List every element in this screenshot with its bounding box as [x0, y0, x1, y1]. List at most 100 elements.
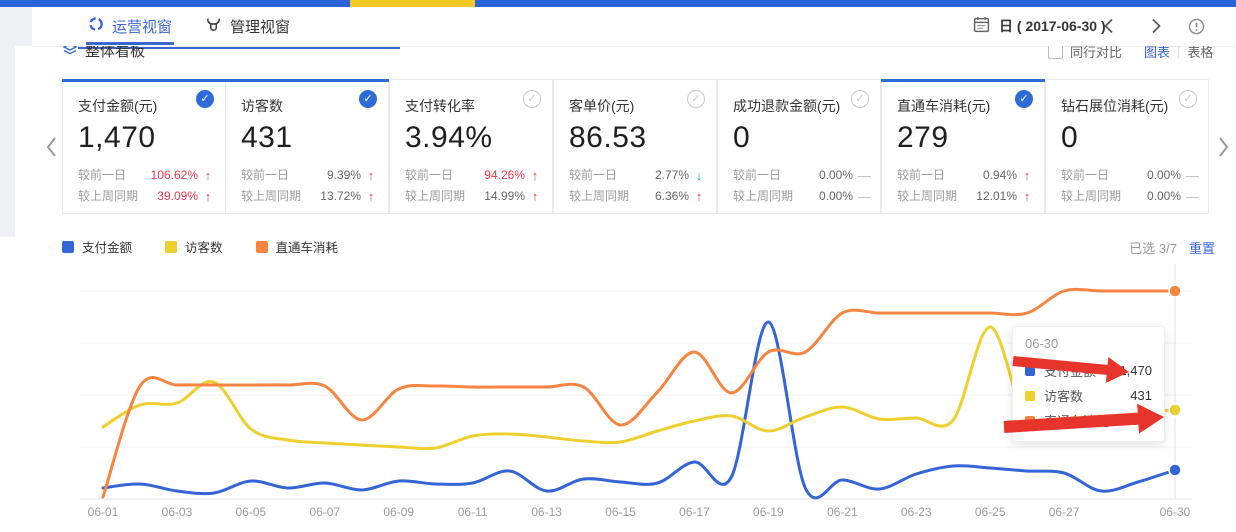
- section-title: 整体看板: [85, 46, 145, 61]
- card-title: 客单价(元): [569, 96, 704, 116]
- x-axis-label: 06-15: [605, 505, 636, 519]
- view-divider: |: [1177, 46, 1180, 59]
- tooltip-value: 279.99: [1112, 413, 1152, 428]
- cards-scroll-right-button[interactable]: [1217, 135, 1231, 164]
- chevron-right-icon: [1217, 135, 1231, 159]
- metric-card-2[interactable]: ✓ 访客数 431 较前一日 9.39% ↑ 较上周同期 13.72% ↑: [225, 79, 389, 214]
- metric-cards-row: ✓ 支付金额(元) 1,470 较前一日 106.62% ↑ 较上周同期 39.…: [62, 79, 1210, 214]
- tooltip-label: 支付金额: [1044, 361, 1096, 380]
- card-value: 279: [897, 121, 1032, 155]
- trend-down-icon: ↓: [694, 165, 704, 186]
- date-prev-button[interactable]: [1102, 7, 1115, 45]
- metric-card-3[interactable]: ✓ 支付转化率 3.94% 较前一日 94.26% ↑ 较上周同期 14.99%…: [389, 79, 553, 214]
- trend-flat-icon: —: [858, 186, 868, 207]
- compare-row: 较前一日 0.00% —: [733, 165, 868, 186]
- compare-row: 较上周同期 12.01% ↑: [897, 186, 1032, 207]
- info-icon: [1188, 18, 1205, 35]
- cards-scroll-left-button[interactable]: [44, 135, 58, 164]
- card-check-icon[interactable]: ✓: [1179, 90, 1197, 108]
- compare-row: 较上周同期 6.36% ↑: [569, 186, 704, 207]
- date-next-button[interactable]: [1150, 7, 1163, 45]
- x-axis-label: 06-03: [162, 505, 193, 519]
- compare-value: 94.26%: [484, 165, 525, 186]
- legend-swatch: [165, 241, 177, 253]
- bull-icon: [205, 16, 222, 37]
- tooltip-swatch: [1025, 366, 1035, 376]
- peer-compare-group: 同行对比: [1048, 46, 1122, 61]
- metric-card-5[interactable]: ✓ 成功退款金额(元) 0 较前一日 0.00% — 较上周同期 0.00% —: [717, 79, 881, 214]
- tab-management-label: 管理视窗: [230, 16, 290, 37]
- compare-label: 较上周同期: [1061, 186, 1147, 207]
- compare-label: 较前一日: [241, 165, 327, 186]
- x-axis-label: 06-11: [458, 505, 488, 519]
- legend-label: 支付金额: [82, 237, 132, 256]
- tab-operations-view[interactable]: 运营视窗: [88, 7, 172, 45]
- x-axis-label: 06-13: [531, 505, 562, 519]
- chevron-left-icon: [1102, 17, 1115, 35]
- peer-compare-checkbox[interactable]: [1048, 46, 1063, 59]
- legend-item-1[interactable]: 支付金额: [62, 237, 132, 256]
- view-chart-link[interactable]: 图表: [1144, 46, 1170, 61]
- compare-row: 较前一日 2.77% ↓: [569, 165, 704, 186]
- x-axis-label: 06-23: [901, 505, 932, 519]
- trend-flat-icon: —: [1186, 165, 1196, 186]
- layers-icon: [62, 46, 78, 61]
- reset-link[interactable]: 重置: [1189, 238, 1215, 257]
- compare-value: 106.62%: [151, 165, 198, 186]
- series-endpoint-dot-访客数: [1169, 404, 1181, 416]
- card-title: 支付转化率: [405, 96, 540, 116]
- metric-card-6[interactable]: ✓ 直通车消耗(元) 279 较前一日 0.94% ↑ 较上周同期 12.01%…: [881, 79, 1045, 214]
- card-value: 0: [733, 121, 868, 155]
- compare-row: 较上周同期 13.72% ↑: [241, 186, 376, 207]
- dashboard-page: 运营视窗 管理视窗 日 ( 2017-06-30 ): [0, 0, 1236, 532]
- x-axis-label: 06-30: [1160, 505, 1191, 519]
- tooltip-date: 06-30: [1025, 336, 1152, 351]
- trend-flat-icon: —: [1186, 186, 1196, 207]
- compare-label: 较前一日: [733, 165, 819, 186]
- tooltip-value: 431: [1130, 388, 1152, 403]
- chart-legend: 支付金额 访客数 直通车消耗: [62, 237, 338, 256]
- card-check-icon[interactable]: ✓: [851, 90, 869, 108]
- legend-item-3[interactable]: 直通车消耗: [256, 237, 339, 256]
- tooltip-row: 支付金额 1,470: [1025, 358, 1152, 383]
- tooltip-row: 直通车消耗 279.99: [1025, 408, 1152, 433]
- card-value: 3.94%: [405, 121, 540, 155]
- legend-swatch: [62, 241, 74, 253]
- compare-label: 较前一日: [1061, 165, 1147, 186]
- calendar-icon: [973, 16, 990, 36]
- legend-item-2[interactable]: 访客数: [165, 237, 223, 256]
- compare-row: 较前一日 9.39% ↑: [241, 165, 376, 186]
- trend-up-icon: ↑: [203, 165, 213, 186]
- metric-card-7[interactable]: ✓ 钻石展位消耗(元) 0 较前一日 0.00% — 较上周同期 0.00% —: [1045, 79, 1209, 214]
- compare-value: 6.36%: [655, 186, 689, 207]
- compare-value: 14.99%: [484, 186, 525, 207]
- card-check-icon[interactable]: ✓: [196, 90, 214, 108]
- metric-card-1[interactable]: ✓ 支付金额(元) 1,470 较前一日 106.62% ↑ 较上周同期 39.…: [62, 79, 226, 214]
- compare-row: 较前一日 106.62% ↑: [78, 165, 213, 186]
- metric-card-4[interactable]: ✓ 客单价(元) 86.53 较前一日 2.77% ↓ 较上周同期 6.36% …: [553, 79, 717, 214]
- trend-flat-icon: —: [858, 165, 868, 186]
- trend-up-icon: ↑: [366, 186, 376, 207]
- compare-row: 较前一日 0.94% ↑: [897, 165, 1032, 186]
- compare-label: 较前一日: [569, 165, 655, 186]
- date-selector[interactable]: 日 ( 2017-06-30 ): [973, 7, 1106, 45]
- card-check-icon[interactable]: ✓: [359, 90, 377, 108]
- date-label: 日 ( 2017-06-30 ): [999, 16, 1106, 36]
- info-button[interactable]: [1188, 7, 1205, 45]
- view-table-link[interactable]: 表格: [1187, 46, 1213, 61]
- compare-label: 较上周同期: [897, 186, 976, 207]
- compare-label: 较上周同期: [78, 186, 157, 207]
- card-value: 1,470: [78, 121, 213, 155]
- card-check-icon[interactable]: ✓: [523, 90, 541, 108]
- x-axis-label: 06-05: [236, 505, 267, 519]
- series-endpoint-dot-直通车消耗: [1169, 285, 1181, 297]
- legend-label: 访客数: [185, 237, 223, 256]
- x-axis-label: 06-21: [827, 505, 858, 519]
- compare-row: 较上周同期 0.00% —: [733, 186, 868, 207]
- tab-management-view[interactable]: 管理视窗: [205, 7, 290, 45]
- card-check-icon[interactable]: ✓: [687, 90, 705, 108]
- compare-value: 0.00%: [819, 165, 853, 186]
- tooltip-row: 访客数 431: [1025, 383, 1152, 408]
- card-check-icon[interactable]: ✓: [1015, 90, 1033, 108]
- compare-value: 0.00%: [819, 186, 853, 207]
